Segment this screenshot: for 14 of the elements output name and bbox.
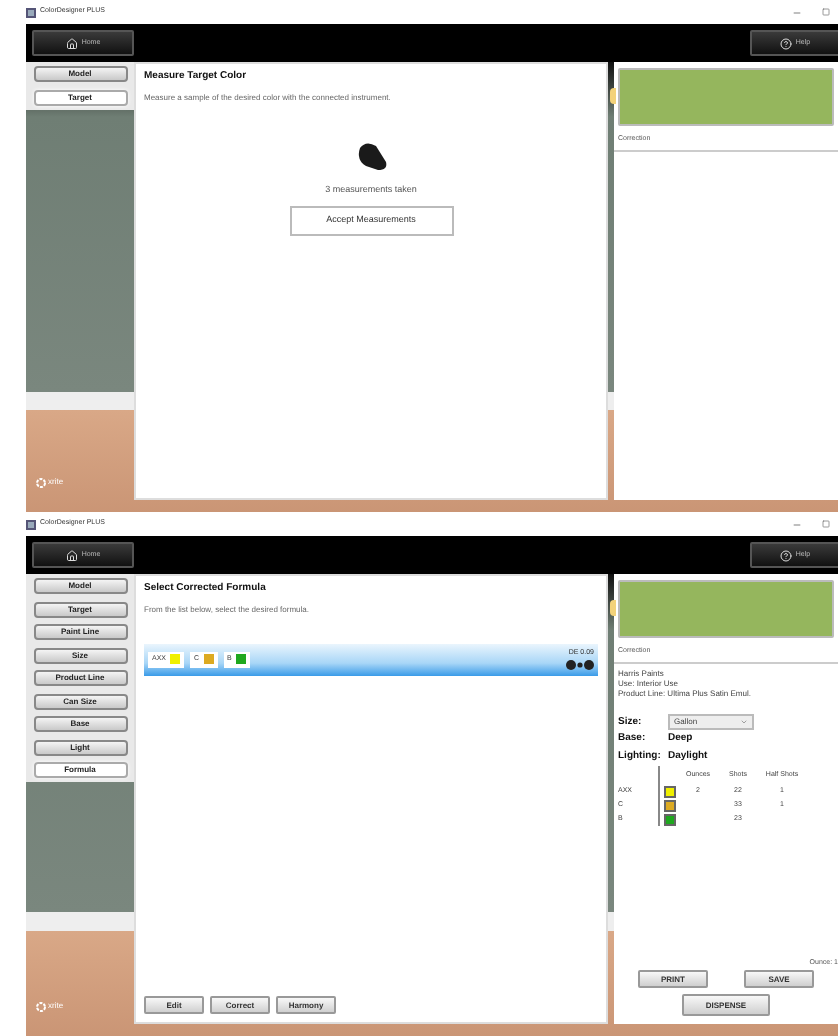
dots-icon (566, 660, 594, 671)
house-icon (65, 37, 78, 49)
logo-icon (36, 1001, 46, 1011)
measuring-device-icon (353, 139, 389, 171)
app-icon (26, 7, 36, 17)
app-icon (26, 519, 36, 529)
maximize-icon[interactable] (822, 520, 830, 528)
minimize-icon[interactable] (792, 519, 802, 529)
minimize-icon[interactable] (792, 7, 802, 17)
maximize-icon[interactable] (822, 8, 830, 16)
house-icon (65, 549, 78, 561)
logo-icon (36, 477, 46, 487)
help-icon (779, 37, 792, 49)
help-icon (779, 549, 792, 561)
